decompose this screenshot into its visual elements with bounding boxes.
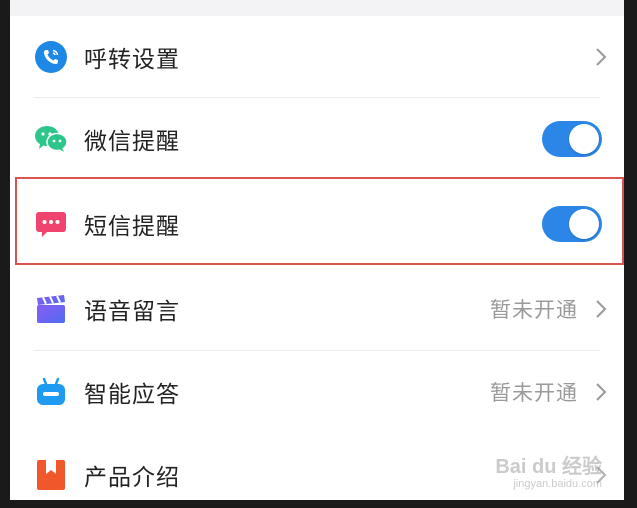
chevron-right-icon — [596, 48, 607, 66]
bookmark-icon — [34, 458, 68, 492]
top-strip — [10, 0, 624, 16]
wechat-alert-toggle[interactable] — [542, 121, 602, 157]
toggle-knob — [569, 209, 599, 239]
chevron-right-icon — [596, 383, 607, 401]
wechat-icon — [34, 122, 68, 156]
settings-row-label: 智能应答 — [84, 382, 180, 408]
chevron-right-icon — [596, 300, 607, 318]
clapperboard-icon — [34, 292, 68, 326]
status-text: 暂未开通 — [490, 381, 578, 405]
settings-row-label: 语音留言 — [84, 299, 180, 325]
sms-alert-toggle[interactable] — [542, 206, 602, 242]
settings-row-smart-answer[interactable]: 智能应答 暂未开通 — [10, 351, 624, 433]
watermark-main: Bai du 经验 — [495, 456, 602, 478]
settings-row-label: 短信提醒 — [84, 214, 180, 240]
status-text: 暂未开通 — [490, 298, 578, 322]
settings-row-sms-alert: 短信提醒 — [10, 183, 624, 265]
toggle-knob — [569, 124, 599, 154]
sms-icon — [34, 207, 68, 241]
settings-row-call-forward[interactable]: 呼转设置 — [10, 16, 624, 98]
settings-row-voicemail[interactable]: 语音留言 暂未开通 — [10, 268, 624, 350]
settings-row-wechat-alert: 微信提醒 — [10, 98, 624, 180]
phone-icon — [34, 40, 68, 74]
robot-icon — [34, 375, 68, 409]
settings-row-label: 呼转设置 — [84, 47, 180, 73]
settings-row-label: 产品介绍 — [84, 465, 180, 491]
settings-screen: 呼转设置 微信提醒 短信提醒 语音留言 暂未开通 智能应答 暂未开通 产品介绍 … — [10, 0, 624, 500]
settings-row-label: 微信提醒 — [84, 129, 180, 155]
watermark: Bai du 经验 jingyan.baidu.com — [472, 444, 602, 494]
watermark-sub: jingyan.baidu.com — [513, 478, 602, 490]
